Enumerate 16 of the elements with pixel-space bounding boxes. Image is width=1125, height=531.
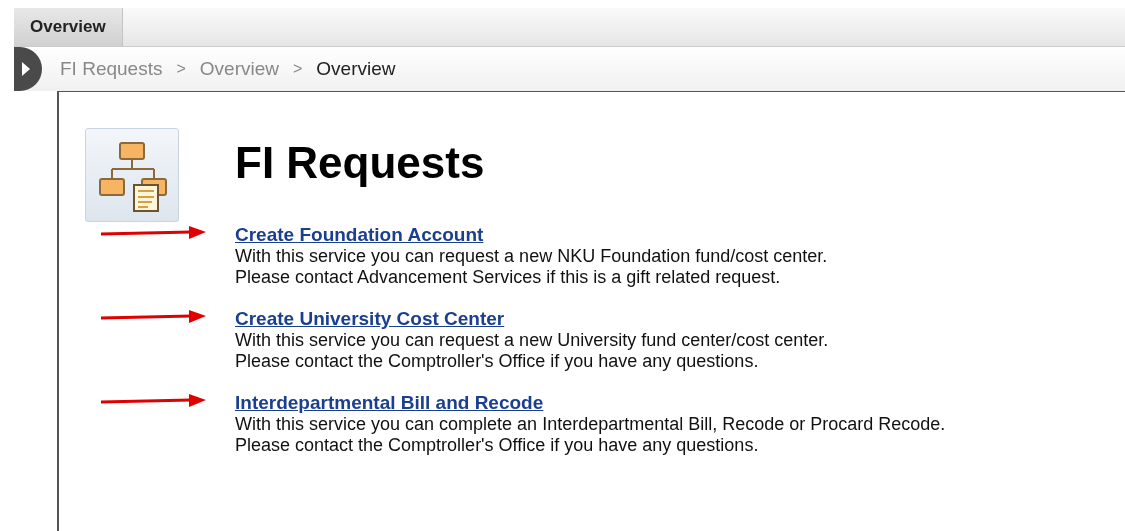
page-title: FI Requests bbox=[235, 138, 485, 188]
service-description: With this service you can complete an Interdepartmental Bill, Recode or Procard Recode. bbox=[235, 414, 946, 435]
org-chart-icon bbox=[85, 128, 179, 222]
tab[interactable]: Overview bbox=[14, 8, 123, 46]
service-link[interactable]: Create Foundation Account bbox=[235, 224, 484, 245]
expand-button[interactable] bbox=[14, 47, 42, 91]
service-description: With this service you can request a new University fund center/cost center. bbox=[235, 330, 829, 351]
breadcrumb-separator: > bbox=[292, 60, 303, 78]
service-description: With this service you can request a new NKU Foundation fund/cost center. bbox=[235, 246, 828, 267]
service-description: Please contact the Comptroller's Office if you have any questions. bbox=[235, 435, 760, 456]
service-description: Please contact the Comptroller's Office if you have any questions. bbox=[235, 351, 760, 372]
service-description: Please contact Advancement Services if this is a gift related request. bbox=[235, 267, 782, 288]
service-link[interactable]: Create University Cost Center bbox=[235, 308, 505, 329]
breadcrumb-separator: > bbox=[176, 60, 186, 78]
breadcrumb-item: Overview bbox=[316, 58, 396, 80]
service-link[interactable]: Interdepartmental Bill and Recode bbox=[235, 392, 544, 413]
